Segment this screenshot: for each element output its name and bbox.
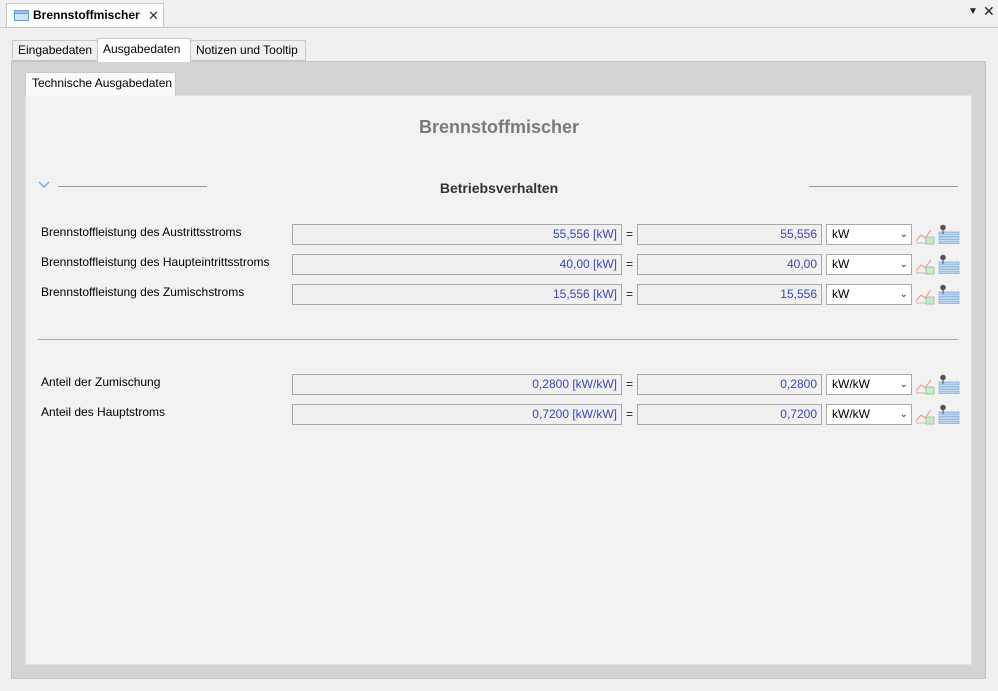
formatted-value-field[interactable]: 40,00 [kW] [292,254,622,275]
formatted-value-field[interactable]: 55,556 [kW] [292,224,622,245]
unit-select[interactable]: kW ⌄ [826,224,912,245]
line-chart-icon[interactable] [914,375,936,395]
row-label-anteil-zumischung: Anteil der Zumischung [41,375,161,389]
tab-notizen-und-tooltip[interactable]: Notizen und Tooltip [190,40,306,61]
value-field[interactable]: 15,556 [637,284,822,305]
unit-select-value: kW/kW [832,407,870,421]
component-title: Brennstoffmischer [418,117,580,137]
list-pin-icon[interactable] [937,374,961,394]
unit-select[interactable]: kW ⌄ [826,254,912,275]
unit-select-value: kW/kW [832,377,870,391]
formatted-value-field[interactable]: 15,556 [kW] [292,284,622,305]
equals-sign: = [626,227,634,241]
value-field[interactable]: 55,556 [637,224,822,245]
unit-select[interactable]: kW/kW ⌄ [826,374,912,395]
equals-sign: = [626,377,634,391]
chevron-down-icon: ⌄ [899,229,908,240]
list-pin-icon[interactable] [937,404,961,424]
row-label-anteil-hauptstrom: Anteil des Hauptstroms [41,405,166,419]
row-label-haupteintrittsstrom: Brennstoffleistung des Haupteintrittsstr… [41,255,270,269]
list-pin-icon[interactable] [937,284,961,304]
chevron-down-icon: ⌄ [899,409,908,420]
tab-ausgabedaten[interactable]: Ausgabedaten [97,38,191,62]
line-chart-icon[interactable] [914,285,936,305]
window-close-icon[interactable]: ✕ [983,3,995,20]
unit-select[interactable]: kW/kW ⌄ [826,404,912,425]
unit-select-value: kW [832,257,850,271]
formatted-value-field[interactable]: 0,7200 [kW/kW] [292,404,622,425]
line-chart-icon[interactable] [914,405,936,425]
line-chart-icon[interactable] [914,225,936,245]
document-tab-title: Brennstoffmischer [33,8,140,22]
unit-select-value: kW [832,287,850,301]
chevron-down-icon: ⌄ [899,289,908,300]
group-divider [38,339,958,340]
unit-select[interactable]: kW ⌄ [826,284,912,305]
close-tab-icon[interactable]: ✕ [148,8,159,24]
document-tab[interactable]: Brennstoffmischer ✕ [6,3,164,27]
tab-technische-ausgabedaten[interactable]: Technische Ausgabedaten [25,72,176,96]
row-label-zumischstrom: Brennstoffleistung des Zumischstroms [41,285,245,299]
section-title: Betriebsverhalten [439,180,559,196]
window-menu-icon[interactable]: ▼ [968,6,978,17]
list-pin-icon[interactable] [937,224,961,244]
component-icon [14,10,29,21]
tab-eingabedaten[interactable]: Eingabedaten [12,40,98,61]
value-field[interactable]: 0,7200 [637,404,822,425]
equals-sign: = [626,257,634,271]
chevron-down-icon: ⌄ [899,259,908,270]
line-chart-icon[interactable] [914,255,936,275]
equals-sign: = [626,407,634,421]
equals-sign: = [626,287,634,301]
value-field[interactable]: 40,00 [637,254,822,275]
row-label-austrittsstrom: Brennstoffleistung des Austrittsstroms [41,225,242,239]
formatted-value-field[interactable]: 0,2800 [kW/kW] [292,374,622,395]
value-field[interactable]: 0,2800 [637,374,822,395]
section-divider-right [809,186,958,187]
list-pin-icon[interactable] [937,254,961,274]
chevron-down-icon: ⌄ [899,379,908,390]
unit-select-value: kW [832,227,850,241]
